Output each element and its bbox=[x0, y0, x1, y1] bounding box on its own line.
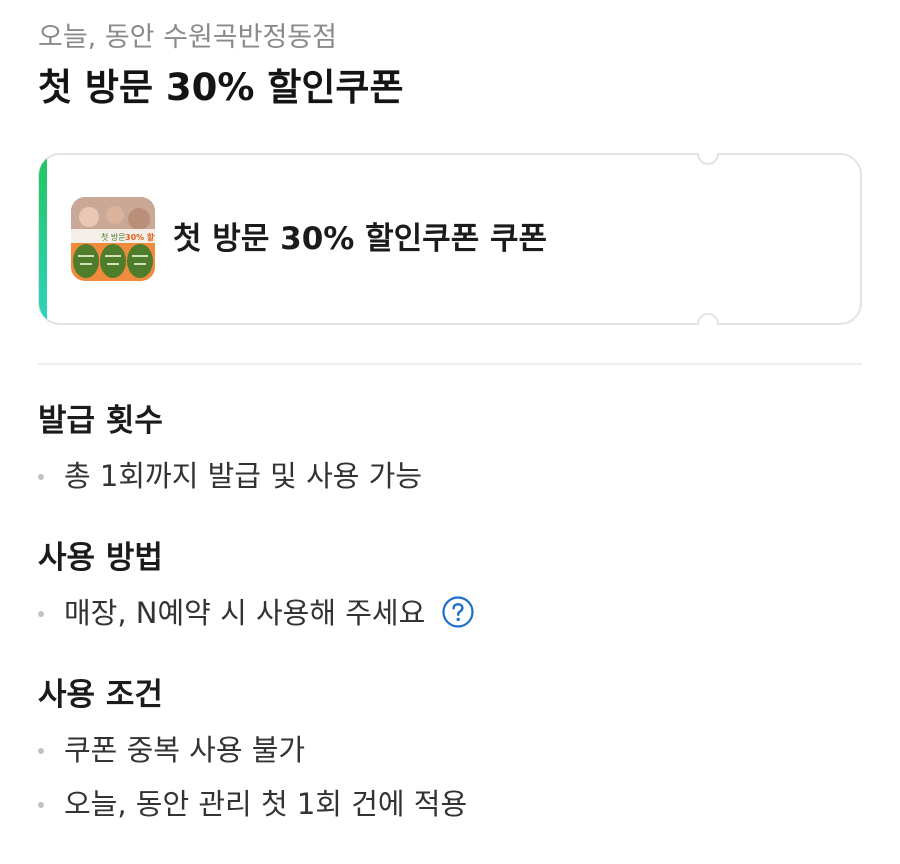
section-heading: 사용 조건 bbox=[38, 677, 163, 713]
bullet-icon bbox=[38, 748, 44, 754]
section-usage-method: 사용 방법 매장, N예약 시 사용해 주세요 bbox=[38, 537, 475, 633]
list-item-text: 쿠폰 중복 사용 불가 bbox=[64, 733, 306, 767]
coupon-card-label: 첫 방문 30% 할인쿠폰 쿠폰 bbox=[173, 221, 548, 257]
list-item: 쿠폰 중복 사용 불가 bbox=[38, 730, 467, 770]
list-item: 총 1회까지 발급 및 사용 가능 bbox=[38, 456, 422, 496]
coupon-thumbnail-image: 첫 방문 30% 할인 bbox=[71, 197, 155, 281]
list-item: 오늘, 동안 관리 첫 1회 건에 적용 bbox=[38, 784, 467, 824]
bullet-icon bbox=[38, 611, 44, 617]
page-title: 첫 방문 30% 할인쿠폰 bbox=[38, 66, 404, 109]
section-heading: 사용 방법 bbox=[38, 540, 163, 576]
svg-text:30% 할인: 30% 할인 bbox=[125, 232, 155, 242]
section-usage-conditions: 사용 조건 쿠폰 중복 사용 불가 오늘, 동안 관리 첫 1회 건에 적용 bbox=[38, 674, 467, 824]
section-issue-count: 발급 횟수 총 1회까지 발급 및 사용 가능 bbox=[38, 400, 422, 496]
store-name: 오늘, 동안 수원곡반정동점 bbox=[38, 22, 337, 53]
section-divider bbox=[38, 363, 862, 365]
section-heading: 발급 횟수 bbox=[38, 403, 163, 439]
question-circle-icon[interactable] bbox=[442, 596, 475, 628]
bullet-icon bbox=[38, 802, 44, 808]
list-item: 매장, N예약 시 사용해 주세요 bbox=[38, 593, 475, 633]
list-item-text: 오늘, 동안 관리 첫 1회 건에 적용 bbox=[64, 787, 468, 821]
list-item-text: 총 1회까지 발급 및 사용 가능 bbox=[64, 459, 423, 493]
coupon-card[interactable]: 첫 방문 30% 할인 첫 방문 30% 할인쿠폰 쿠폰 bbox=[38, 153, 862, 325]
svg-text:첫 방문: 첫 방문 bbox=[101, 232, 126, 242]
bullet-icon bbox=[38, 474, 44, 480]
list-item-text: 매장, N예약 시 사용해 주세요 bbox=[64, 596, 426, 630]
